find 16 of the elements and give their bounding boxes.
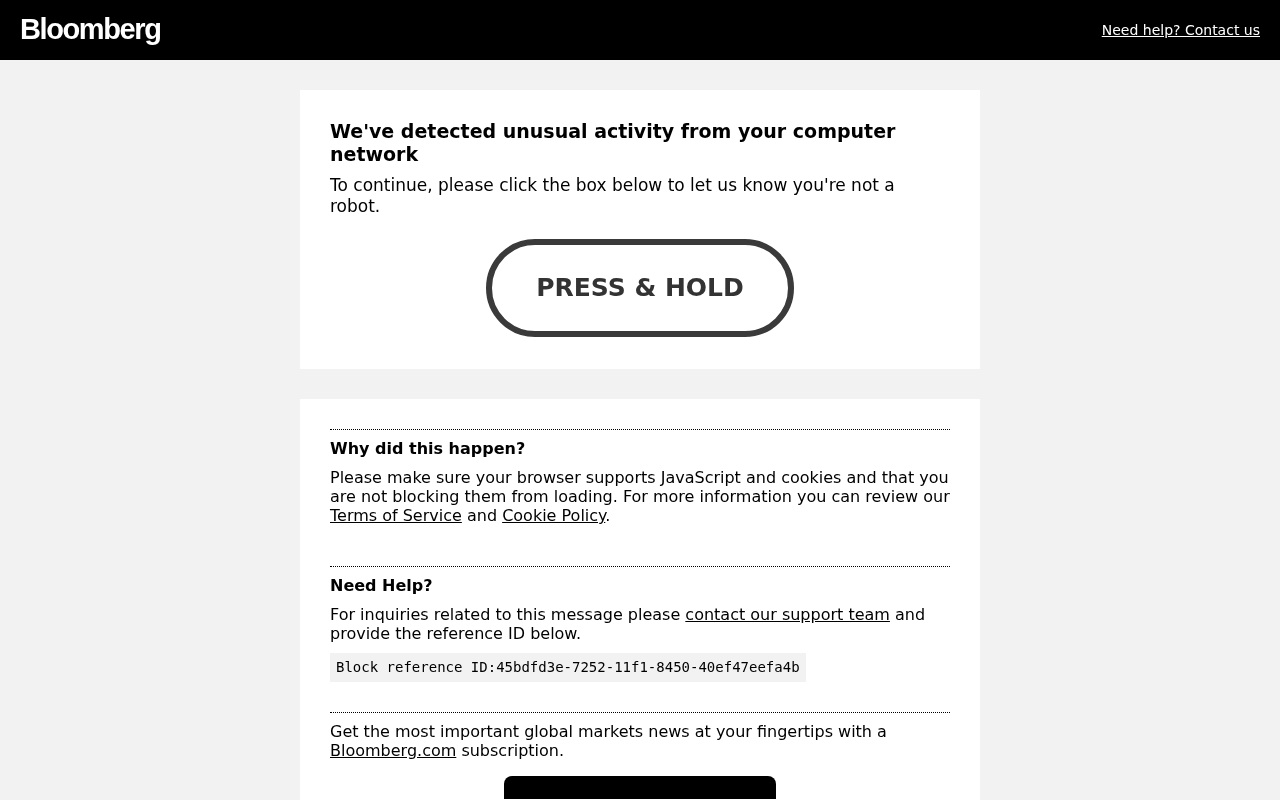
help-link[interactable]: Need help? Contact us xyxy=(1101,21,1260,39)
section-heading: Need Help? xyxy=(330,575,434,595)
section-paragraph: For inquiries related to this message please contact our support team and provide the reference ID below. xyxy=(330,604,927,643)
section-paragraph: Get the most important global markets news at your fingertips with a Bloomberg.com subscription. xyxy=(330,722,888,761)
section-paragraph: Please make sure your browser supports JavaScript and cookies and that you are not blocking them from loading. For more information you can review our Terms of Service and Cookie Policy. xyxy=(330,468,950,526)
text-link[interactable]: contact our support team xyxy=(685,604,890,624)
text-link[interactable]: Cookie Policy xyxy=(502,506,606,526)
logo[interactable]: Bloomberg xyxy=(20,12,161,46)
text-link[interactable]: Terms of Service xyxy=(330,506,462,526)
challenge-title: We've detected unusual activity from your computer network xyxy=(330,120,897,166)
text-link[interactable]: Bloomberg.com xyxy=(330,741,457,761)
press-and-hold-button[interactable]: PRESS & HOLD xyxy=(486,239,794,337)
reference-id-code: Block reference ID:45bdfd3e-7252-11f1-8450-40ef47eefa4b xyxy=(330,653,806,682)
subscribe-button[interactable] xyxy=(504,776,776,800)
challenge-message: To continue, please click the box below to let us know you're not a robot. xyxy=(330,175,896,217)
section-heading: Why did this happen? xyxy=(330,439,527,458)
